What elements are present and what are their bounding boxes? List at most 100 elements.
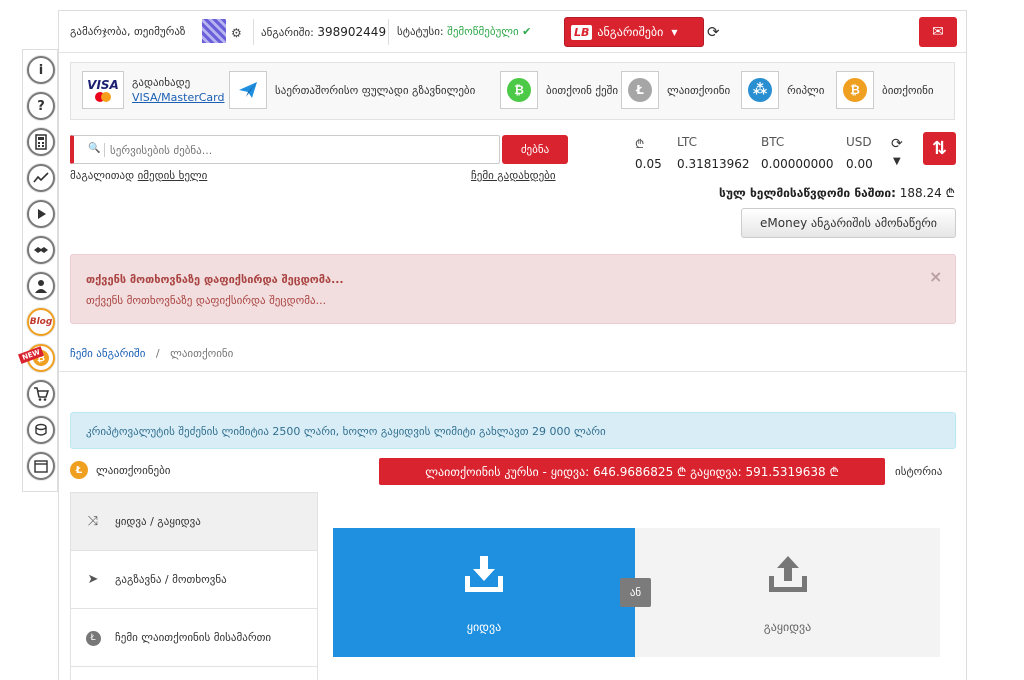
- help-icon[interactable]: ?: [27, 92, 55, 120]
- buy-label: ყიდვა: [466, 620, 502, 634]
- my-payments-link[interactable]: ჩემი გადახდები: [471, 169, 556, 182]
- shuffle-icon: ⤨: [87, 514, 99, 529]
- alert-title: თქვენს მოთხოვნაზე დაფიქსირდა შეცდომა...: [86, 273, 344, 286]
- example-link[interactable]: იმედის ხელი: [138, 169, 208, 182]
- balance-usd: USD 0.00: [846, 135, 873, 171]
- search-input[interactable]: [110, 140, 490, 160]
- chevron-down-icon[interactable]: ▼: [893, 156, 901, 167]
- accounts-dropdown-button[interactable]: LB ანგარიშები ▼: [564, 17, 704, 47]
- method-label: რიპლი: [787, 83, 825, 97]
- balance-gel: ₾ 0.05: [635, 135, 662, 171]
- alert-text: თქვენს მოთხოვნაზე დაფიქსირდა შეცდომა...: [86, 294, 327, 307]
- close-icon[interactable]: ×: [929, 267, 942, 286]
- refresh-balance-icon[interactable]: ⟳: [891, 135, 903, 153]
- service-search: 🔍: [70, 135, 500, 164]
- payment-methods: VISA გადაიხადე VISA/MasterCard საერთაშორ…: [70, 62, 955, 120]
- total-value: 188.24 ₾: [899, 186, 955, 200]
- breadcrumb: ჩემი ანგარიში / ლაითქოინი: [70, 347, 233, 360]
- method-litecoin[interactable]: Ł ლაითქოინი: [621, 71, 730, 109]
- mail-button[interactable]: ✉: [919, 17, 957, 47]
- coins-icon[interactable]: [27, 416, 55, 444]
- method-visa-mastercard[interactable]: VISA გადაიხადე VISA/MasterCard: [82, 71, 225, 109]
- usd-label: USD: [846, 135, 872, 149]
- send-icon: ➤: [87, 572, 99, 587]
- lb-logo: LB: [571, 24, 593, 40]
- play-icon[interactable]: [27, 200, 55, 228]
- user-icon[interactable]: [27, 272, 55, 300]
- gear-icon[interactable]: ⚙: [231, 26, 242, 40]
- breadcrumb-home[interactable]: ჩემი ანგარიში: [70, 347, 145, 360]
- total-available-balance: სულ ხელმისაწვდომი ნაშთი: 188.24 ₾: [719, 184, 955, 201]
- btc-value: 0.00000000: [761, 157, 834, 171]
- sell-label: გაყიდვა: [763, 620, 812, 634]
- refresh-icon[interactable]: ⟳: [707, 23, 720, 41]
- litecoin-side-menu: ⤨ ყიდვა / გაყიდვა ➤ გაგზავნა / მოთხოვნა …: [70, 492, 318, 680]
- account-label: ანგარიში:: [261, 26, 314, 39]
- method-bitcoin-cash[interactable]: ₿ ბითქოინ ქეში: [500, 71, 618, 109]
- cart-icon[interactable]: [27, 380, 55, 408]
- ltc-value: 0.31813962: [677, 157, 750, 171]
- emoney-statement-button[interactable]: eMoney ანგარიშის ამონაწერი: [741, 208, 956, 238]
- menu-label: ჩემი ლაითქოინის მისამართი: [115, 631, 272, 644]
- my-payments-link-label: ჩემი გადახდები: [471, 169, 556, 182]
- method-label: ბითქოინი: [882, 83, 934, 97]
- caret-down-icon: ▼: [671, 27, 678, 37]
- litecoin-title: ლაითქოინები: [96, 463, 171, 477]
- sell-tile[interactable]: გაყიდვა: [635, 528, 940, 657]
- buy-tile[interactable]: ყიდვა: [333, 528, 635, 657]
- example-hint: მაგალითად იმედის ხელი: [70, 169, 207, 182]
- menu-send-request[interactable]: ➤ გაგზავნა / მოთხოვნა: [71, 551, 317, 609]
- bitcoin-icon: ₿: [836, 71, 874, 109]
- menu-label: ყიდვა / გაყიდვა: [115, 515, 201, 528]
- info-icon[interactable]: i: [27, 56, 55, 84]
- main-frame: გამარჯობა, თეიმურაზ ⚙ ანგარიში: 39890244…: [58, 10, 967, 680]
- method-label: ლაითქოინი: [667, 83, 731, 97]
- status-label: სტატუსი:: [397, 25, 444, 38]
- trade-panel: ყიდვა გაყიდვა ან: [318, 492, 956, 680]
- breadcrumb-current: ლაითქოინი: [170, 347, 234, 360]
- breadcrumb-separator: /: [155, 347, 160, 360]
- exchange-button[interactable]: ⇅: [923, 132, 956, 165]
- check-icon: ✔: [522, 25, 532, 38]
- exchange-arrows-icon: ⇅: [931, 138, 948, 159]
- btc-label: BTC: [761, 135, 785, 149]
- balance-ltc: LTC 0.31813962: [677, 135, 750, 171]
- divider: [253, 19, 254, 45]
- account-number: 398902449: [317, 25, 387, 39]
- litecoin-rate-bar: ლაითქოინის კურსი - ყიდვა: 646.9686825 ₾ …: [379, 458, 885, 485]
- balance-btc: BTC 0.00000000: [761, 135, 834, 171]
- chart-icon[interactable]: [27, 164, 55, 192]
- envelope-icon: ✉: [932, 24, 944, 40]
- method-label: ბითქოინ ქეში: [546, 83, 619, 97]
- method-international-transfers[interactable]: საერთაშორისო ფულადი გზავნილები: [229, 71, 475, 109]
- error-alert: თქვენს მოთხოვნაზე დაფიქსირდა შეცდომა... …: [70, 254, 956, 324]
- ltc-label: LTC: [677, 135, 698, 149]
- avatar[interactable]: [202, 19, 226, 43]
- history-link[interactable]: ისტორია: [895, 465, 942, 478]
- visa-mastercard-icon: VISA: [82, 71, 124, 109]
- limit-info-text: კრიპტოვალუტის შეძენის ლიმიტია 2500 ლარი,…: [86, 425, 606, 438]
- or-badge: ან: [620, 578, 651, 607]
- gel-value: 0.05: [635, 157, 662, 171]
- litecoin-header: Ł ლაითქოინები: [70, 461, 171, 479]
- method-bitcoin[interactable]: ₿ ბითქოინი: [836, 71, 934, 109]
- litecoin-icon: Ł: [70, 461, 88, 479]
- paper-plane-icon: [229, 71, 267, 109]
- handshake-icon[interactable]: [27, 236, 55, 264]
- bitcoin-cash-icon: ₿: [500, 71, 538, 109]
- search-button[interactable]: ძებნა: [502, 135, 568, 164]
- status-value: შემოწმებული: [447, 25, 519, 38]
- calculator-icon[interactable]: [27, 128, 55, 156]
- limit-info-banner: კრიპტოვალუტის შეძენის ლიმიტია 2500 ლარი,…: [70, 412, 956, 449]
- menu-buy-sell[interactable]: ⤨ ყიდვა / გაყიდვა: [71, 493, 317, 551]
- method-label: საერთაშორისო ფულადი გზავნილები: [275, 83, 476, 97]
- litecoin-icon: Ł: [621, 71, 659, 109]
- visa-mastercard-link[interactable]: VISA/MasterCard: [132, 90, 225, 105]
- menu-my-address[interactable]: Ł ჩემი ლაითქოინის მისამართი: [71, 609, 317, 667]
- download-icon: [465, 556, 503, 592]
- calendar-icon[interactable]: [27, 452, 55, 480]
- menu-label: გაგზავნა / მოთხოვნა: [115, 573, 227, 586]
- search-icon: 🔍: [88, 143, 101, 154]
- method-ripple[interactable]: ⁂ რიპლი: [741, 71, 824, 109]
- blog-icon[interactable]: Blog: [27, 308, 55, 336]
